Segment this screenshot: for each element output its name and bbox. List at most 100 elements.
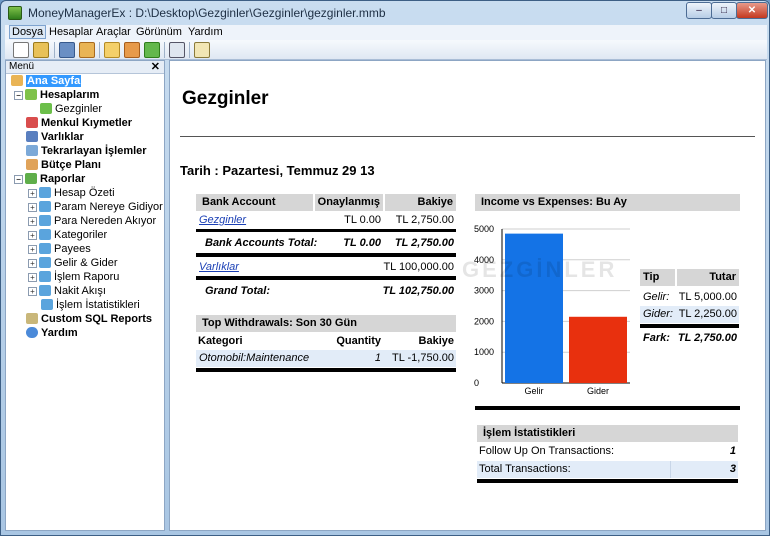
stocks-icon [26,117,38,128]
stat-label-followup: Follow Up On Transactions: [479,445,615,457]
payee-icon[interactable] [124,42,140,58]
sidebar-item-butce-plani[interactable]: Bütçe Planı [26,159,101,173]
divider [640,324,739,328]
y-tick-label: 5000 [474,224,494,234]
maximize-button[interactable]: □ [711,2,737,19]
income-amount: TL 5,000.00 [678,291,737,303]
difference-label: Fark: [643,332,670,344]
expand-icon[interactable]: + [28,203,37,212]
sidebar-close-icon[interactable]: ✕ [151,60,160,73]
sidebar-item-label: Ana Sayfa [26,75,82,87]
close-button[interactable]: ✕ [736,2,768,19]
navigation-sidebar: Menü ✕ Ana Sayfa − Hesaplarım Gezginler M… [5,60,165,531]
home-page-panel: Gezginler Tarih : Pazartesi, Temmuz 29 1… [169,60,766,531]
bank-total-label: Bank Accounts Total: [205,237,318,249]
sidebar-item-islem-istatistikleri[interactable]: İşlem İstatistikleri [41,299,140,313]
toolbar-separator [99,42,100,58]
title-bar[interactable]: MoneyManagerEx : D:\Desktop\Gezginler\Ge… [1,1,769,25]
menu-yardim[interactable]: Yardım [188,26,223,38]
sidebar-item-custom-sql-reports[interactable]: Custom SQL Reports [26,313,152,327]
col-header-type: Tip [640,269,675,286]
toolbar-separator [164,42,165,58]
sidebar-item-para-nereden-akiyor[interactable]: + Para Nereden Akıyor [28,215,156,229]
sidebar-item-raporlar[interactable]: − Raporlar [14,173,85,187]
sidebar-item-label: Gelir & Gider [54,257,118,269]
sidebar-item-label: Bütçe Planı [41,159,101,171]
sidebar-item-label: İşlem Raporu [54,271,120,283]
sidebar-item-yardim[interactable]: Yardım [26,327,78,341]
reports-icon [25,173,37,184]
sidebar-item-param-nereye-gidiyor[interactable]: + Param Nereye Gidiyor [28,201,163,215]
sidebar-item-ana-sayfa[interactable]: Ana Sayfa [11,75,82,89]
divider [670,461,671,478]
expand-icon[interactable]: + [28,231,37,240]
y-tick-label: 1000 [474,347,494,357]
stat-label-total: Total Transactions: [479,463,571,475]
stat-value-total: 3 [729,463,736,475]
currency-icon[interactable] [144,42,160,58]
x-tick-label: Gelir [524,386,543,396]
sidebar-item-label: Tekrarlayan İşlemler [41,145,147,157]
account-link-gezginler[interactable]: Gezginler [199,212,246,229]
edit-icon[interactable] [104,42,120,58]
sidebar-item-label: Param Nereye Gidiyor [54,201,163,213]
sidebar-item-payees[interactable]: + Payees [28,243,91,257]
bar-gider [569,316,627,383]
sidebar-item-tekrarlayan-islemler[interactable]: Tekrarlayan İşlemler [26,145,147,159]
sidebar-item-nakit-akisi[interactable]: + Nakit Akışı [28,285,106,299]
menu-araclar[interactable]: Araçlar [96,26,131,38]
sidebar-item-label: Yardım [41,327,78,339]
col-header-reconciled: Onaylanmış [315,194,383,211]
sidebar-item-menkul-kiymetler[interactable]: Menkul Kıymetler [26,117,132,131]
divider [180,136,755,137]
sidebar-item-varliklar[interactable]: Varlıklar [26,131,84,145]
expand-icon[interactable]: + [28,217,37,226]
pie-icon [41,299,53,310]
sidebar-item-hesap-ozeti[interactable]: + Hesap Özeti [28,187,115,201]
accounts-icon [25,89,37,100]
sidebar-item-label: Para Nereden Akıyor [54,215,157,227]
collapse-icon[interactable]: − [14,91,23,100]
account-link-varliklar[interactable]: Varlıklar [199,259,239,276]
expand-icon[interactable]: + [28,287,37,296]
sidebar-item-islem-raporu[interactable]: + İşlem Raporu [28,271,119,285]
account-balance: TL 2,750.00 [395,214,454,226]
stats-title: İşlem İstatistikleri [477,425,738,442]
home-icon[interactable] [79,42,95,58]
withdrawal-amount: TL -1,750.00 [392,352,454,364]
account-reconciled: TL 0.00 [344,214,381,226]
sidebar-item-gelir-gider[interactable]: + Gelir & Gider [28,257,118,271]
window-title: MoneyManagerEx : D:\Desktop\Gezginler\Ge… [28,6,386,20]
new-file-icon[interactable] [13,42,29,58]
pie-icon [39,229,51,240]
grand-total-label: Grand Total: [205,285,270,297]
refresh-icon[interactable] [59,42,75,58]
expand-icon[interactable]: + [28,259,37,268]
open-folder-icon[interactable] [33,42,49,58]
sidebar-item-label: Payees [54,243,91,255]
expand-icon[interactable]: + [28,189,37,198]
minimize-button[interactable]: – [686,2,712,19]
sql-icon [26,313,38,324]
filter-icon[interactable] [169,42,185,58]
sidebar-item-hesaplarim[interactable]: − Hesaplarım [14,89,99,103]
menu-dosya[interactable]: Dosya [9,25,47,39]
sidebar-item-label: Kategoriler [54,229,108,241]
sidebar-item-label: Custom SQL Reports [41,313,153,325]
collapse-icon[interactable]: − [14,175,23,184]
sidebar-item-kategoriler[interactable]: + Kategoriler [28,229,107,243]
pie-icon [39,201,51,212]
page-title: Gezginler [182,88,269,109]
expand-icon[interactable]: + [28,273,37,282]
divider [196,368,456,372]
expand-icon[interactable]: + [28,245,37,254]
divider [196,253,456,257]
income-expense-chart-svg: 010002000300040005000Gelir Gider [474,224,630,396]
sidebar-item-gezginler[interactable]: Gezginler [40,103,102,117]
menu-hesaplar[interactable]: Hesaplar [49,26,93,38]
account-icon [40,103,52,114]
sidebar-item-label: Nakit Akışı [54,285,106,297]
help-icon [26,327,38,338]
menu-gorunum[interactable]: Görünüm [136,26,182,38]
report-icon[interactable] [194,42,210,58]
